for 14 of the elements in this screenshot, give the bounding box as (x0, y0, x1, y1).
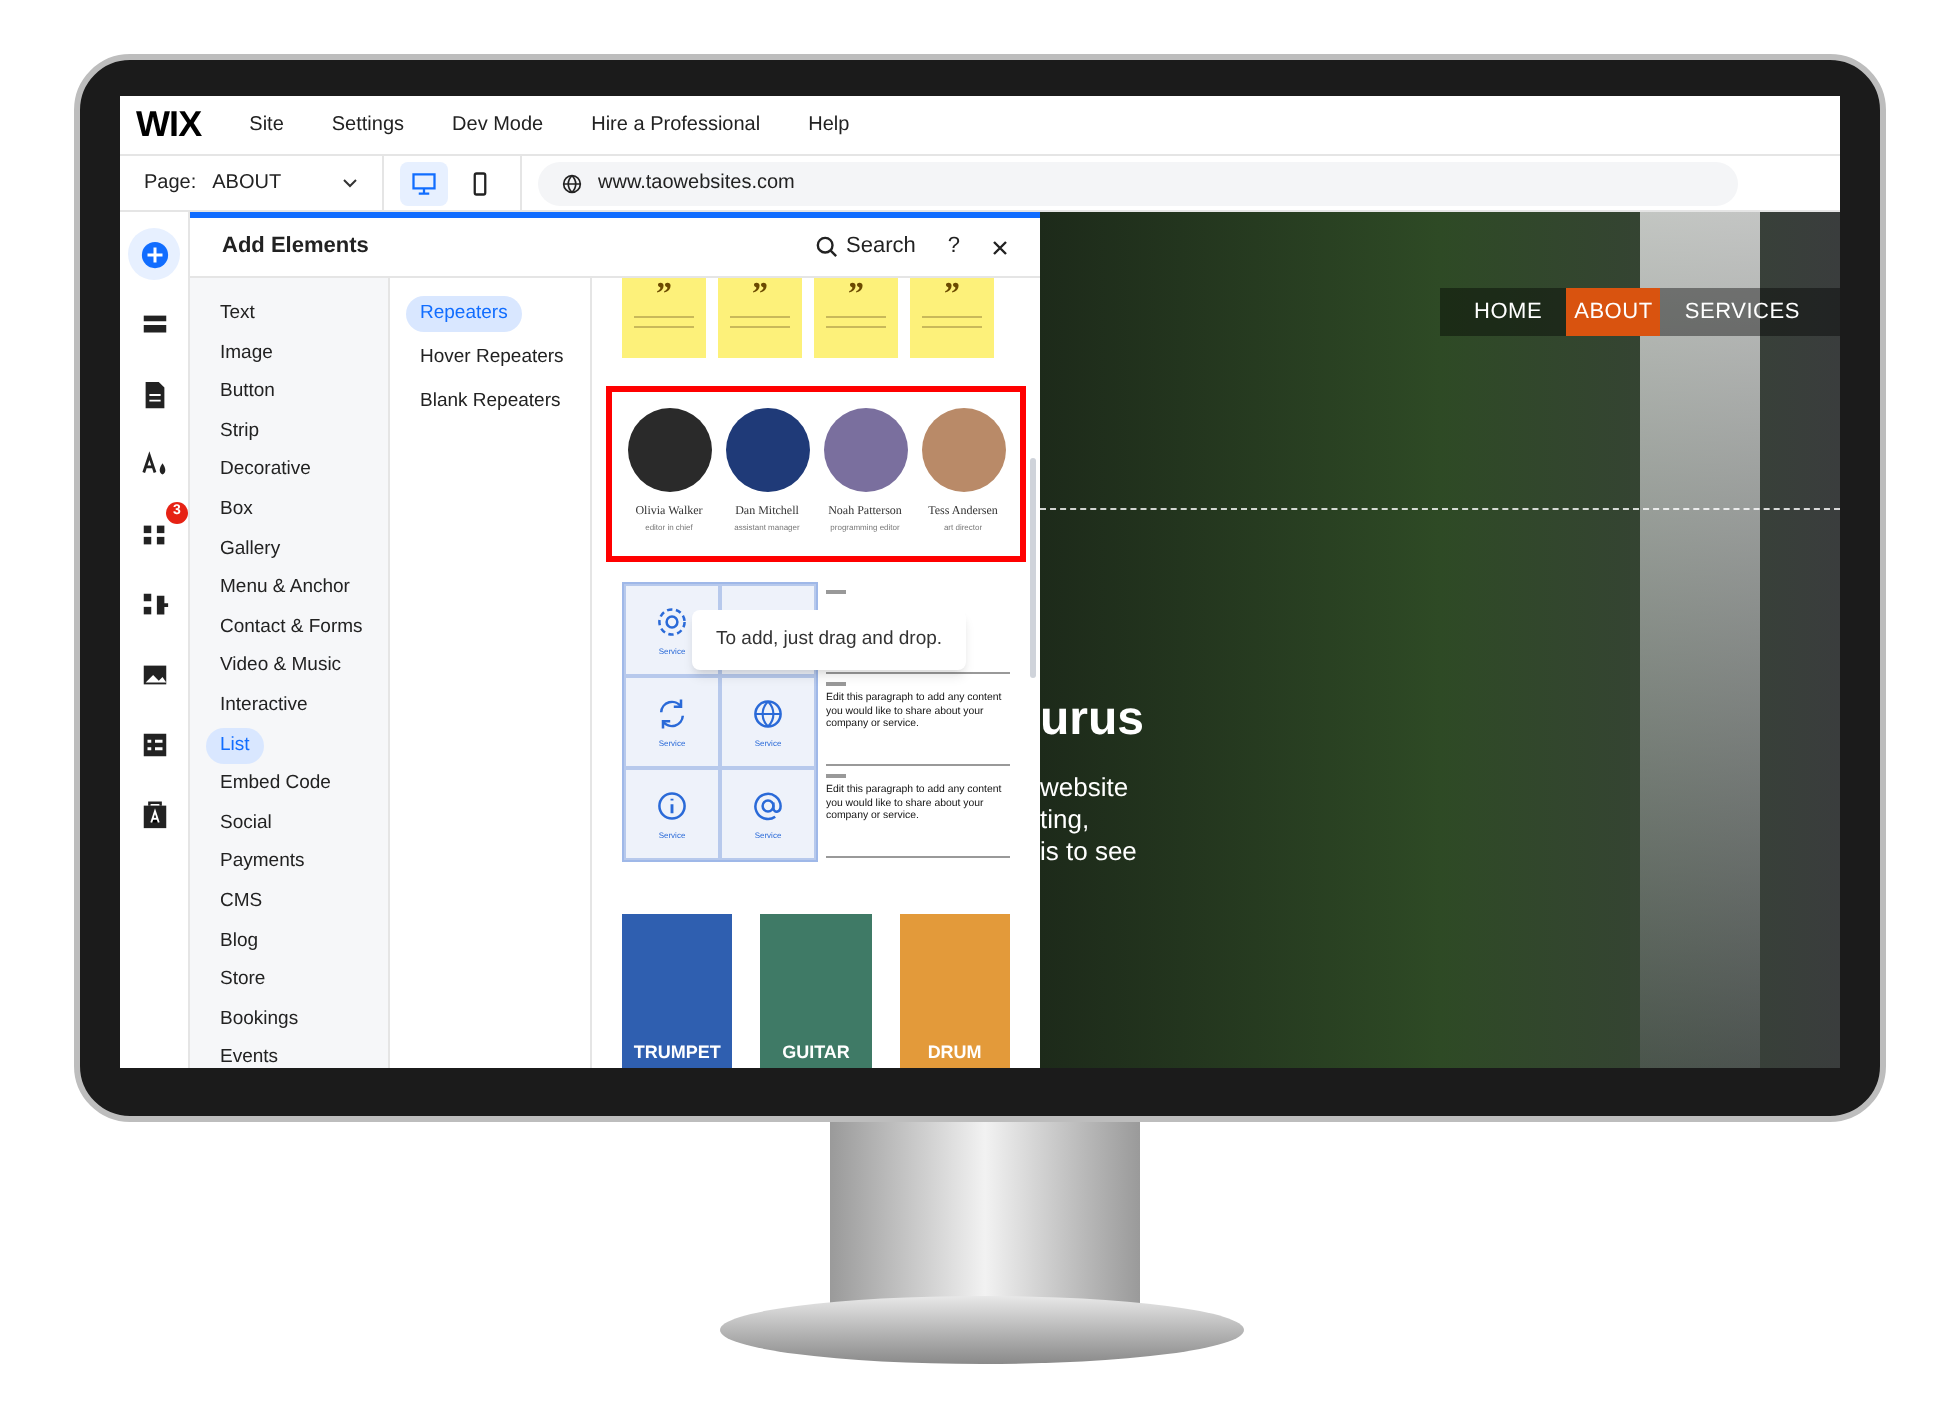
card-caption: DRUM (927, 1039, 982, 1065)
tooltip: To add, just drag and drop. (692, 610, 967, 671)
site-text-line: ting, (1040, 804, 1092, 836)
quote-mark: ” (656, 282, 672, 310)
panel-title: Add Elements (222, 232, 371, 263)
url-text: www.taowebsites.com (598, 170, 795, 198)
quote-mark: ” (752, 282, 768, 310)
quote-mark: ” (848, 282, 864, 310)
quote-mark: ” (944, 282, 960, 310)
site-text-line: is to see (1040, 836, 1137, 868)
card-caption: TRUMPET (633, 1039, 721, 1065)
card-caption: GUITAR (782, 1039, 850, 1065)
site-heading: urus (1040, 696, 1145, 744)
site-text-line: website (1040, 772, 1131, 804)
